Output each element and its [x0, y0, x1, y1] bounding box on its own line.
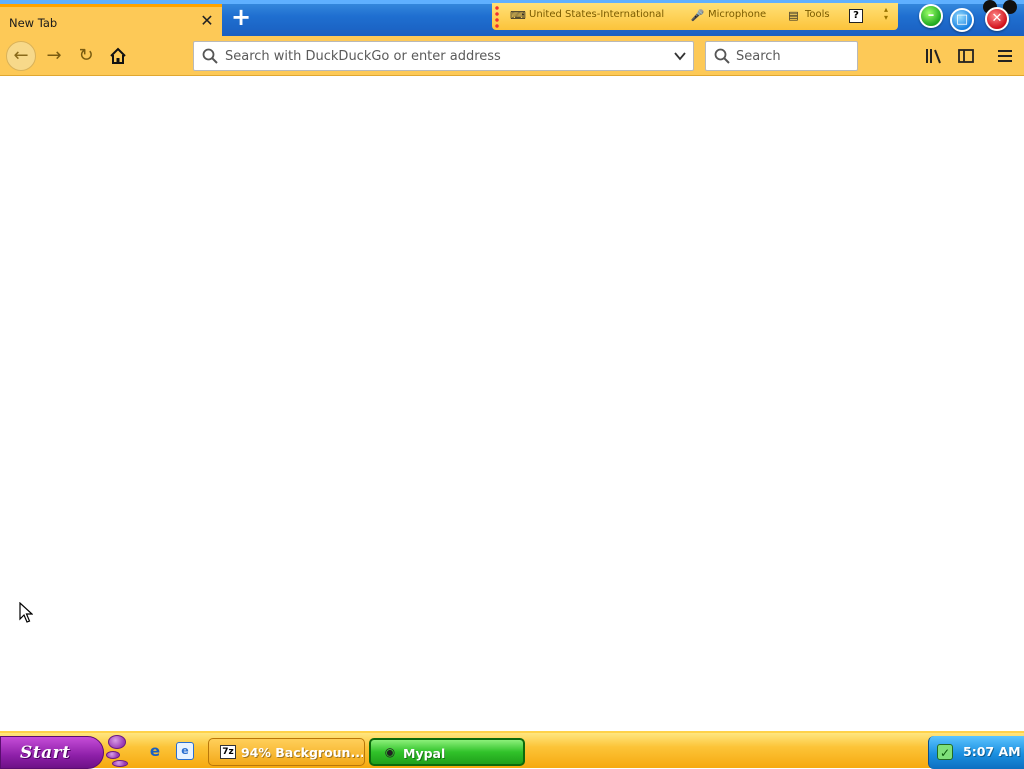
tools-icon: ▤ [788, 9, 799, 22]
mouse-cursor-icon [19, 602, 33, 623]
7zip-icon: 7z [220, 745, 236, 759]
language-bar-grip-icon[interactable] [495, 5, 499, 29]
library-button[interactable] [920, 42, 948, 70]
page-content[interactable] [0, 77, 1024, 731]
sidebar-icon [958, 49, 974, 63]
clock[interactable]: 5:07 AM [963, 744, 1021, 759]
system-tray: ✓ 5:07 AM [928, 736, 1024, 769]
network-icon[interactable]: ✓ [937, 744, 953, 760]
search-icon [714, 48, 730, 64]
taskbar-item-7zip[interactable]: 7z 94% Backgroun... [208, 738, 365, 766]
keyboard-icon: ⌨ [510, 9, 526, 22]
minimize-button[interactable]: – [919, 4, 943, 28]
reload-button[interactable]: ↻ [72, 42, 100, 70]
start-ear-icon [112, 760, 128, 767]
close-icon: ✕ [991, 11, 1003, 26]
arrow-right-icon: → [46, 45, 62, 66]
mypal-icon: ◉ [384, 745, 396, 759]
library-icon [926, 49, 941, 64]
taskbar-item-label: Mypal [403, 746, 446, 761]
microphone-button[interactable]: Microphone [708, 9, 766, 20]
tools-button[interactable]: Tools [805, 9, 830, 20]
maximize-button[interactable]: □ [950, 8, 974, 32]
language-bar-options-icon[interactable]: ▴ ▾ [881, 6, 891, 28]
language-bar: ⌨ United States-International 🎤 Micropho… [492, 3, 898, 30]
start-label: Start [20, 743, 71, 763]
tab-new-tab[interactable]: New Tab ✕ [0, 4, 222, 38]
tab-title: New Tab [9, 16, 58, 30]
maximize-icon: □ [955, 12, 969, 27]
help-button[interactable]: ? [849, 9, 863, 23]
search-bar[interactable] [705, 41, 858, 71]
sidebar-button[interactable] [952, 42, 980, 70]
forward-button[interactable]: → [40, 42, 68, 70]
address-bar[interactable] [193, 41, 694, 71]
hamburger-menu-icon [998, 50, 1012, 62]
keyboard-layout-button[interactable]: United States-International [529, 9, 664, 20]
menu-button[interactable] [991, 42, 1019, 70]
navigation-toolbar: ← → ↻ [0, 36, 1024, 76]
minimize-icon: – [927, 8, 935, 23]
quicklaunch-app-icon[interactable]: e [176, 742, 194, 760]
address-input[interactable] [225, 42, 665, 70]
start-ear-icon [106, 751, 120, 759]
home-icon [110, 47, 126, 64]
start-button[interactable]: Start [0, 736, 104, 769]
new-tab-button[interactable]: + [228, 5, 254, 29]
taskbar: Start e e 7z 94% Backgroun... ◉ Mypal ✓ … [0, 731, 1024, 769]
back-button[interactable]: ← [6, 41, 36, 71]
taskbar-item-label: 94% Backgroun... [241, 745, 363, 760]
reload-icon: ↻ [78, 45, 94, 66]
internet-explorer-icon[interactable]: e [146, 742, 164, 760]
start-ear-icon [108, 735, 126, 749]
search-input[interactable] [736, 42, 854, 70]
tab-strip: New Tab ✕ + ⌨ United States-Internationa… [0, 0, 1024, 38]
chevron-down-icon[interactable] [673, 50, 687, 62]
search-icon [202, 48, 218, 64]
home-button[interactable] [104, 42, 132, 70]
arrow-left-icon: ← [13, 45, 29, 66]
close-window-button[interactable]: ✕ [985, 7, 1009, 31]
taskbar-item-mypal[interactable]: ◉ Mypal [369, 738, 525, 766]
tab-close-icon[interactable]: ✕ [198, 12, 216, 30]
microphone-icon: 🎤 [690, 9, 705, 22]
